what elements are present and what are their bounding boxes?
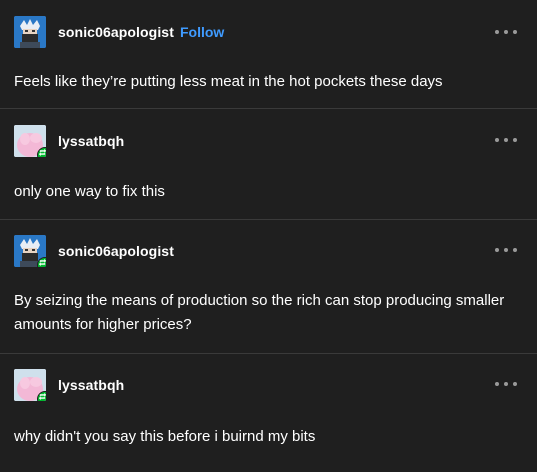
dot-icon — [504, 248, 508, 252]
post-1: sonic06apologist Follow Feels like they’… — [0, 0, 537, 108]
more-options-button[interactable] — [495, 135, 517, 145]
dot-icon — [504, 382, 508, 386]
dot-icon — [513, 138, 517, 142]
username[interactable]: sonic06apologist — [58, 24, 174, 40]
reblog-icon — [37, 147, 46, 157]
post-text: why didn't you say this before i buirnd … — [14, 428, 316, 445]
ninja-character-avatar[interactable] — [14, 16, 46, 48]
reblog-icon — [37, 391, 46, 401]
post-text: By seizing the means of production so th… — [14, 292, 505, 333]
post-header: lyssatbqh — [14, 125, 124, 157]
dot-icon — [504, 30, 508, 34]
username[interactable]: sonic06apologist — [58, 243, 174, 259]
reblog-icon — [37, 257, 46, 267]
more-options-button[interactable] — [495, 245, 517, 255]
dot-icon — [513, 248, 517, 252]
more-options-button[interactable] — [495, 379, 517, 389]
pink-character-avatar[interactable] — [14, 125, 46, 157]
post-header: sonic06apologist — [14, 235, 174, 267]
post-2: lyssatbqh only one way to fix this — [0, 109, 537, 219]
post-text: only one way to fix this — [14, 183, 165, 200]
dot-icon — [495, 138, 499, 142]
username[interactable]: lyssatbqh — [58, 377, 124, 393]
pink-character-avatar[interactable] — [14, 369, 46, 401]
username[interactable]: lyssatbqh — [58, 133, 124, 149]
dot-icon — [495, 30, 499, 34]
ninja-avatar-icon — [14, 16, 46, 48]
ninja-character-avatar[interactable] — [14, 235, 46, 267]
post-header: sonic06apologist Follow — [14, 16, 224, 48]
post-text: Feels like they’re putting less meat in … — [14, 73, 443, 90]
follow-button[interactable]: Follow — [180, 24, 224, 40]
dot-icon — [513, 30, 517, 34]
post-3: sonic06apologist By seizing the means of… — [0, 220, 537, 353]
more-options-button[interactable] — [495, 27, 517, 37]
dot-icon — [495, 248, 499, 252]
dot-icon — [495, 382, 499, 386]
dot-icon — [513, 382, 517, 386]
post-header: lyssatbqh — [14, 369, 124, 401]
post-4: lyssatbqh why didn't you say this before… — [0, 354, 537, 472]
dot-icon — [504, 138, 508, 142]
